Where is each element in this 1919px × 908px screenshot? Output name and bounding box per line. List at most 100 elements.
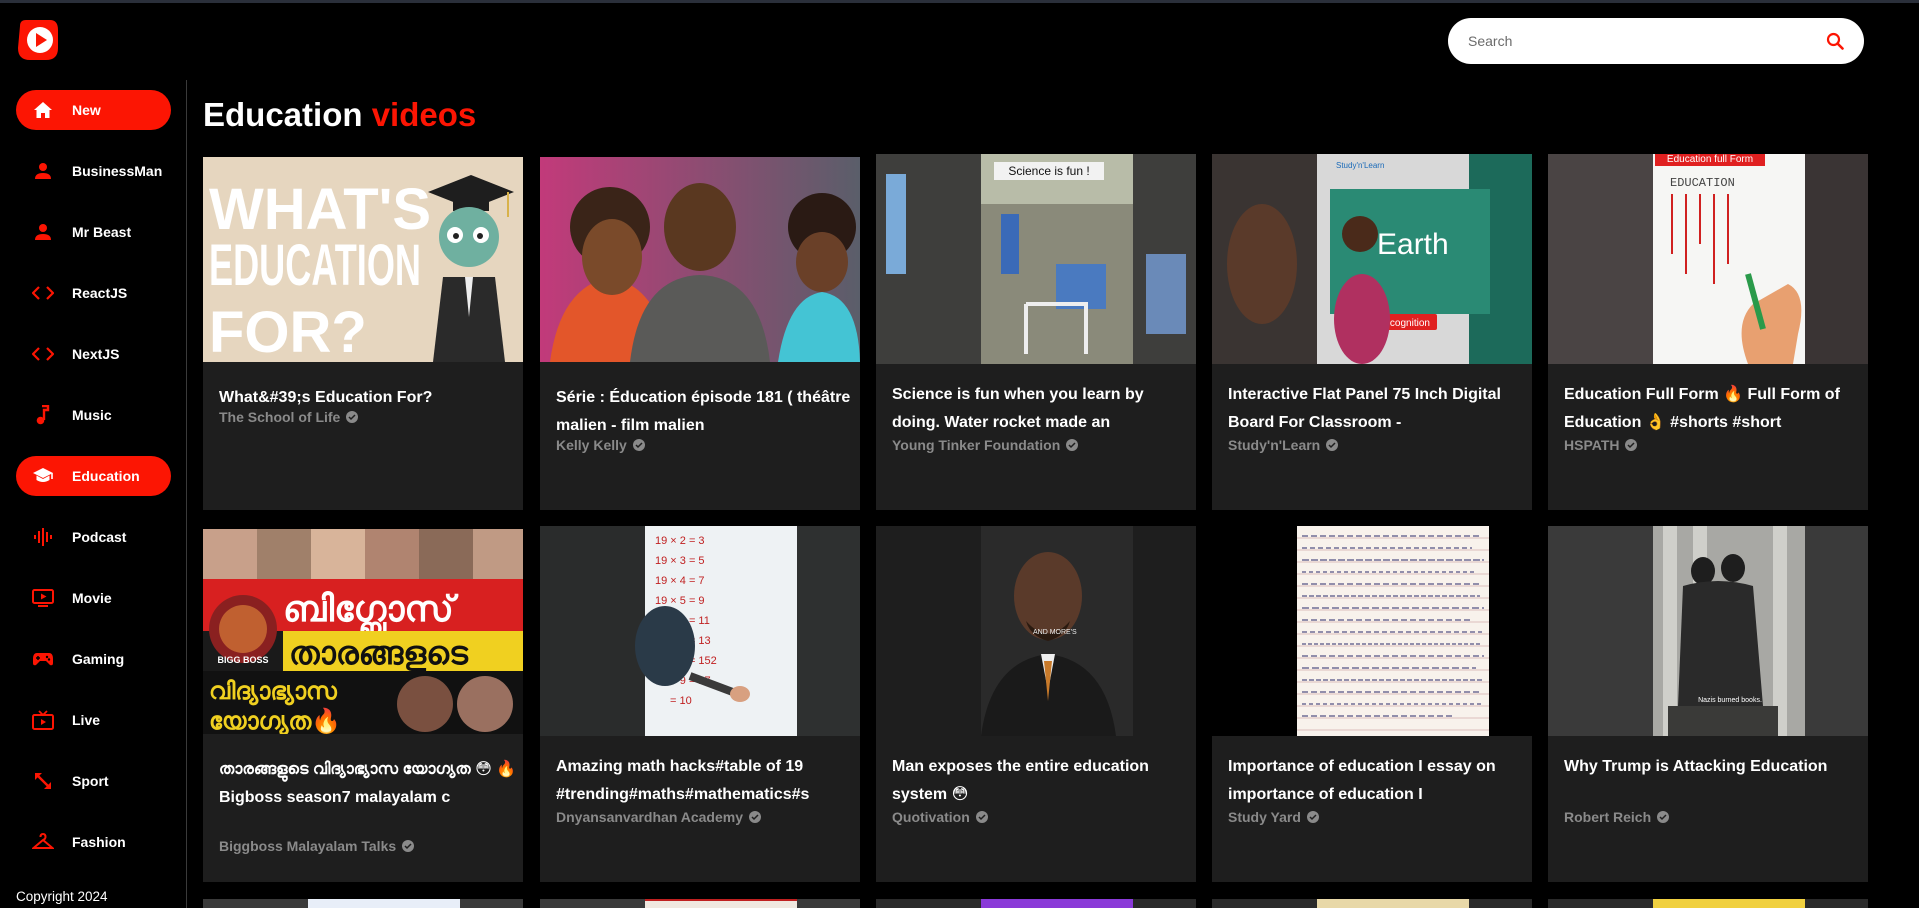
thumbnail-text: = 10 [670,695,692,707]
sidebar-item-label: Sport [72,773,109,789]
video-thumbnail[interactable]: Nazis burned books. [1548,526,1868,736]
person-icon [32,221,54,243]
sidebar-item-nextjs[interactable]: NextJS [16,334,171,374]
video-card[interactable]: Série : Éducation épisode 181 ( théâtre … [540,157,860,510]
thumbnail-text: Study'n'Learn [1336,161,1384,170]
music-note-icon [32,404,54,426]
channel-label[interactable]: Quotivation [892,809,970,825]
video-card[interactable]: Importance of education I essay on impor… [1212,526,1532,882]
video-thumbnail[interactable]: Science is fun ! [876,154,1196,364]
video-thumbnail[interactable]: ബിഗ്ബോസ് താരങ്ങളുടെ BIGG BOSS വിദ്യാഭ്യാ… [203,529,523,734]
sidebar-item-label: Movie [72,590,112,606]
home-icon [32,99,54,121]
sidebar-item-music[interactable]: Music [16,395,171,435]
sidebar-item-businessman[interactable]: BusinessMan [16,151,171,191]
sidebar-item-fashion[interactable]: Fashion [16,822,171,862]
video-card[interactable]: Science is fun ! Science is fun when you… [876,154,1196,510]
sidebar-item-label: BusinessMan [72,163,163,179]
channel-name[interactable]: Study Yard [1228,809,1319,825]
sidebar-item-new[interactable]: New [16,90,171,130]
verified-check-icon [1066,439,1079,451]
channel-label[interactable]: Young Tinker Foundation [892,437,1060,453]
video-title[interactable]: Man exposes the entire education system … [892,753,1192,809]
verified-check-icon [749,811,761,823]
channel-name[interactable]: Young Tinker Foundation [892,437,1079,453]
search-bar[interactable] [1448,18,1864,64]
video-card[interactable]: AND MORE'S Man exposes the entire educat… [876,526,1196,882]
channel-name[interactable]: Biggboss Malayalam Talks [219,838,415,854]
video-title[interactable]: Why Trump is Attacking Education [1564,753,1864,781]
page-title-accent: videos [371,96,477,133]
video-thumbnail[interactable]: AND MORE'S [876,526,1196,736]
verified-check-icon [632,439,645,451]
video-card[interactable] [1212,899,1532,908]
video-thumbnail[interactable] [1212,526,1532,736]
sidebar-item-movie[interactable]: Movie [16,578,171,618]
video-title[interactable]: Science is fun when you learn by doing. … [892,381,1192,437]
thumbnail-text: 19 × 3 = 5 [655,555,705,567]
video-card[interactable] [540,899,860,908]
page-title-main: Education [203,96,363,133]
video-card[interactable]: ബിഗ്ബോസ് താരങ്ങളുടെ BIGG BOSS വിദ്യാഭ്യാ… [203,529,523,882]
video-title[interactable]: Education Full Form 🔥 Full Form of Educa… [1564,381,1864,437]
sidebar-item-label: Mr Beast [72,224,132,240]
channel-label[interactable]: Biggboss Malayalam Talks [219,838,396,854]
thumbnail-text: EDUCATION [1670,176,1735,190]
video-title[interactable]: Interactive Flat Panel 75 Inch Digital B… [1228,381,1528,437]
video-thumbnail[interactable]: Earth Study'n'Learn Text Recognition [1212,154,1532,364]
video-thumbnail[interactable] [981,899,1133,908]
channel-name[interactable]: Quotivation [892,809,988,825]
channel-name[interactable]: The School of Life [219,409,359,425]
video-title[interactable]: What&#39;s Education For? [219,384,519,412]
video-card[interactable] [203,899,523,908]
video-thumbnail[interactable] [645,899,797,908]
thumbnail-text: 19 × 5 = 9 [655,595,705,607]
video-card[interactable]: Nazis burned books. Why Trump is Attacki… [1548,526,1868,882]
channel-label[interactable]: Study Yard [1228,809,1301,825]
thumbnail-text: വിദ്യാഭ്യാസ [209,677,338,706]
sidebar-item-sport[interactable]: Sport [16,761,171,801]
video-thumbnail[interactable]: Education full Form EDUCATION [1548,154,1868,364]
channel-label[interactable]: Kelly Kelly [556,437,627,453]
video-card[interactable]: 19 × 2 = 3 19 × 3 = 5 19 × 4 = 7 19 × 5 … [540,526,860,882]
video-thumbnail[interactable] [1317,899,1469,908]
video-thumbnail[interactable] [308,899,460,908]
video-title[interactable]: Importance of education I essay on impor… [1228,753,1528,809]
channel-name[interactable]: Robert Reich [1564,809,1670,825]
youtube-logo-icon[interactable] [16,18,60,62]
sidebar-item-mr-beast[interactable]: Mr Beast [16,212,171,252]
search-input[interactable] [1468,33,1824,49]
sidebar-item-label: NextJS [72,346,120,362]
channel-label[interactable]: HSPATH [1564,437,1619,453]
sidebar-item-podcast[interactable]: Podcast [16,517,171,557]
sidebar-item-education[interactable]: Education [16,456,171,496]
channel-label[interactable]: Study'n'Learn [1228,437,1320,453]
channel-name[interactable]: Study'n'Learn [1228,437,1339,453]
video-thumbnail[interactable] [540,157,860,362]
verified-check-icon [402,840,415,852]
video-thumbnail[interactable]: WHAT'S EDUCATION FOR? [203,157,523,362]
search-icon[interactable] [1824,30,1846,52]
channel-label[interactable]: The School of Life [219,409,340,425]
sidebar-item-reactjs[interactable]: ReactJS [16,273,171,313]
channel-name[interactable]: HSPATH [1564,437,1638,453]
channel-name[interactable]: Kelly Kelly [556,437,645,453]
video-card[interactable]: Earth Study'n'Learn Text Recognition Int… [1212,154,1532,510]
graphic-eq-icon [32,526,54,548]
thumbnail-text: ബിഗ്ബോസ് [283,589,459,636]
video-card[interactable] [1548,899,1868,908]
video-title[interactable]: Série : Éducation épisode 181 ( théâtre … [556,384,856,440]
video-title[interactable]: താരങ്ങളുടെ വിദ്യാഭ്യാസ യോഗ്യത 😳 🔥 Bigbos… [219,756,519,812]
video-card[interactable]: Education full Form EDUCATION Education … [1548,154,1868,510]
channel-label[interactable]: Dnyansanvardhan Academy [556,809,743,825]
video-thumbnail[interactable] [1653,899,1805,908]
channel-label[interactable]: Robert Reich [1564,809,1651,825]
video-card[interactable] [876,899,1196,908]
channel-name[interactable]: Dnyansanvardhan Academy [556,809,761,825]
video-title[interactable]: Amazing math hacks#table of 19 #trending… [556,753,856,809]
video-thumbnail[interactable]: 19 × 2 = 3 19 × 3 = 5 19 × 4 = 7 19 × 5 … [540,526,860,736]
sidebar-item-label: Podcast [72,529,127,545]
video-card[interactable]: WHAT'S EDUCATION FOR? What&#39;s Educati… [203,157,523,510]
sidebar-item-gaming[interactable]: Gaming [16,639,171,679]
sidebar-item-live[interactable]: Live [16,700,171,740]
